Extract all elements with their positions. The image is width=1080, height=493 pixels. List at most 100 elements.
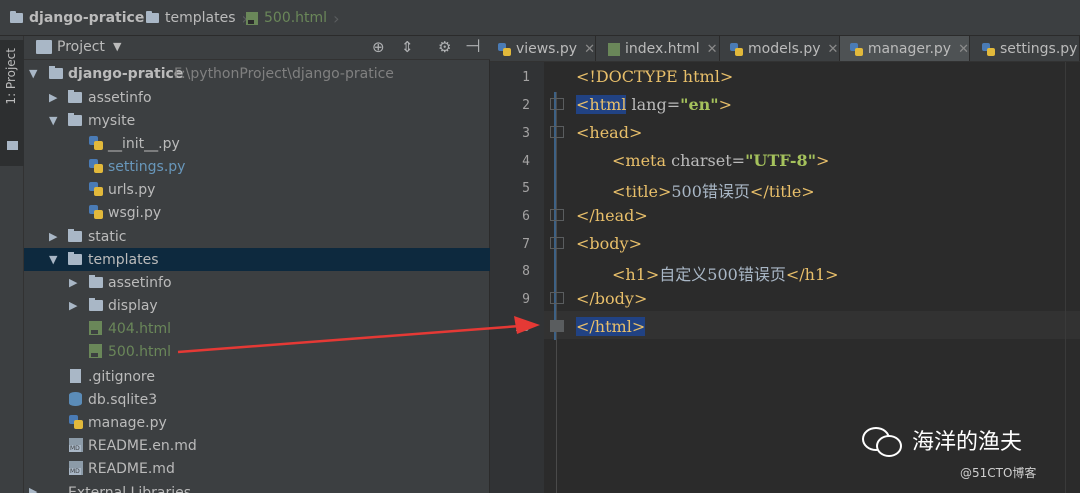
locate-icon[interactable]: ⊕ — [372, 38, 385, 56]
tab-views-py[interactable]: views.py ✕ — [490, 36, 596, 61]
tree-item-label: External Libraries — [68, 485, 191, 493]
close-icon[interactable]: ✕ — [828, 42, 839, 57]
right-margin-line — [1065, 62, 1066, 493]
folder-icon — [10, 11, 23, 23]
text-content: 500错误页 — [671, 182, 750, 201]
wechat-icon — [862, 425, 902, 457]
chevron-right-icon[interactable]: ▶ — [69, 276, 77, 289]
project-tool-tab[interactable]: 1: Project — [0, 40, 24, 166]
doctype-text: <!DOCTYPE html> — [576, 67, 734, 86]
tree-item-label: README.en.md — [88, 437, 197, 454]
tab-settings-py[interactable]: settings.py — [970, 36, 1080, 61]
fold-marker-icon[interactable] — [550, 237, 564, 249]
python-file-icon — [89, 159, 103, 173]
html-file-icon — [89, 344, 102, 358]
code-line-7: <body> — [576, 234, 642, 253]
tag-text: > — [816, 151, 830, 170]
close-icon[interactable]: ✕ — [584, 42, 595, 57]
tree-item-django-pratice[interactable]: ▼ django-pratice F:\pythonProject\django… — [24, 62, 490, 85]
tree-item-init-py[interactable]: __init__.py — [24, 132, 490, 155]
tab-label: settings.py — [1000, 41, 1078, 57]
tree-item-404-html[interactable]: 404.html — [24, 317, 490, 340]
folder-icon — [89, 275, 103, 288]
tree-item-label: manage.py — [88, 414, 167, 431]
code-line-5: <title>500错误页</title> — [612, 178, 815, 202]
database-icon — [69, 392, 82, 406]
tree-item-assetinfo[interactable]: ▶ assetinfo — [24, 86, 490, 109]
tab-index-html[interactable]: index.html ✕ — [596, 36, 720, 61]
code-line-3: <head> — [576, 123, 642, 142]
fold-marker-icon[interactable] — [550, 320, 564, 332]
tree-item-display[interactable]: ▶ display — [24, 294, 490, 317]
attr-value-text: "UTF-8" — [745, 151, 817, 170]
tree-item-500-html[interactable]: 500.html — [24, 340, 490, 363]
tab-label: manager.py — [867, 41, 952, 57]
tab-label: models.py — [748, 41, 821, 57]
chevron-right-icon[interactable]: ▶ — [49, 91, 57, 104]
tree-item-manage-py[interactable]: manage.py — [24, 411, 490, 434]
line-number: 3 — [522, 126, 530, 141]
tree-item-readme-en-md[interactable]: README.en.md — [24, 434, 490, 457]
tag-text: </html> — [576, 317, 646, 336]
line-number: 7 — [522, 237, 530, 252]
hide-icon[interactable]: ⊣ — [465, 36, 481, 57]
chevron-down-icon[interactable]: ▼ — [49, 114, 57, 127]
fold-marker-icon[interactable] — [550, 126, 564, 138]
markdown-file-icon — [69, 438, 83, 452]
tab-manager-py[interactable]: manager.py ✕ — [840, 36, 970, 61]
tree-item-static[interactable]: ▶ static — [24, 225, 490, 248]
html-file-icon — [608, 42, 620, 56]
breadcrumb-project[interactable]: django-pratice › — [10, 0, 157, 36]
tree-item-label: display — [108, 297, 158, 314]
project-tool-tab-label: 1: Project — [4, 48, 18, 105]
chevron-right-icon[interactable]: ▶ — [49, 230, 57, 243]
line-number: 2 — [522, 98, 530, 113]
navigation-bar: django-pratice › templates › 500.html › — [0, 0, 1080, 36]
gear-icon[interactable]: ⚙ — [438, 38, 451, 56]
tree-item-templates-assetinfo[interactable]: ▶ assetinfo — [24, 271, 490, 294]
attr-value-text: "en" — [680, 95, 719, 114]
tree-item-external-libraries[interactable]: ▶ External Libraries — [24, 480, 490, 493]
tree-item-mysite[interactable]: ▼ mysite — [24, 109, 490, 132]
tree-item-label: wsgi.py — [108, 204, 162, 221]
chevron-right-icon[interactable]: ▶ — [69, 299, 77, 312]
tree-item-gitignore[interactable]: .gitignore — [24, 365, 490, 388]
tree-item-db-sqlite3[interactable]: db.sqlite3 — [24, 388, 490, 411]
project-panel-title[interactable]: Project — [57, 39, 105, 55]
fold-marker-icon[interactable] — [550, 98, 564, 110]
tree-item-label: assetinfo — [108, 274, 172, 291]
line-number: 6 — [522, 209, 530, 224]
breadcrumb-templates[interactable]: templates › — [146, 0, 248, 36]
text-content: 自定义500错误页 — [659, 265, 786, 284]
chevron-right-icon[interactable]: ▶ — [29, 485, 37, 493]
fold-marker-icon[interactable] — [550, 209, 564, 221]
tree-item-wsgi-py[interactable]: wsgi.py — [24, 201, 490, 224]
code-line-6: </head> — [576, 206, 648, 225]
fold-marker-icon[interactable] — [550, 292, 564, 304]
chevron-down-icon[interactable]: ▼ — [113, 40, 121, 53]
collapse-all-icon[interactable]: ⇕ — [401, 38, 414, 56]
tag-text: </head> — [576, 206, 648, 225]
chevron-down-icon[interactable]: ▼ — [29, 67, 37, 80]
folder-icon — [68, 229, 82, 242]
python-file-icon — [730, 42, 743, 56]
tool-window-strip: 1: Project — [0, 36, 24, 493]
tree-item-settings-py[interactable]: settings.py — [24, 155, 490, 178]
code-line-2: <html lang="en"> — [576, 95, 732, 114]
tree-item-templates[interactable]: ▼ templates — [24, 248, 490, 271]
breadcrumb-file[interactable]: 500.html › — [246, 0, 339, 36]
line-number: 8 — [522, 264, 530, 279]
tree-item-label: urls.py — [108, 181, 156, 198]
tree-item-urls-py[interactable]: urls.py — [24, 178, 490, 201]
attr-text: charset= — [666, 151, 746, 170]
folder-icon — [68, 252, 82, 265]
tab-models-py[interactable]: models.py ✕ — [720, 36, 840, 61]
text-file-icon — [70, 369, 81, 383]
close-icon[interactable]: ✕ — [958, 42, 969, 57]
chevron-down-icon[interactable]: ▼ — [49, 253, 57, 266]
close-icon[interactable]: ✕ — [707, 42, 718, 57]
folder-icon — [68, 90, 82, 103]
tab-label: views.py — [515, 41, 578, 57]
tree-item-readme-md[interactable]: README.md — [24, 457, 490, 480]
tab-label: index.html — [625, 41, 700, 57]
